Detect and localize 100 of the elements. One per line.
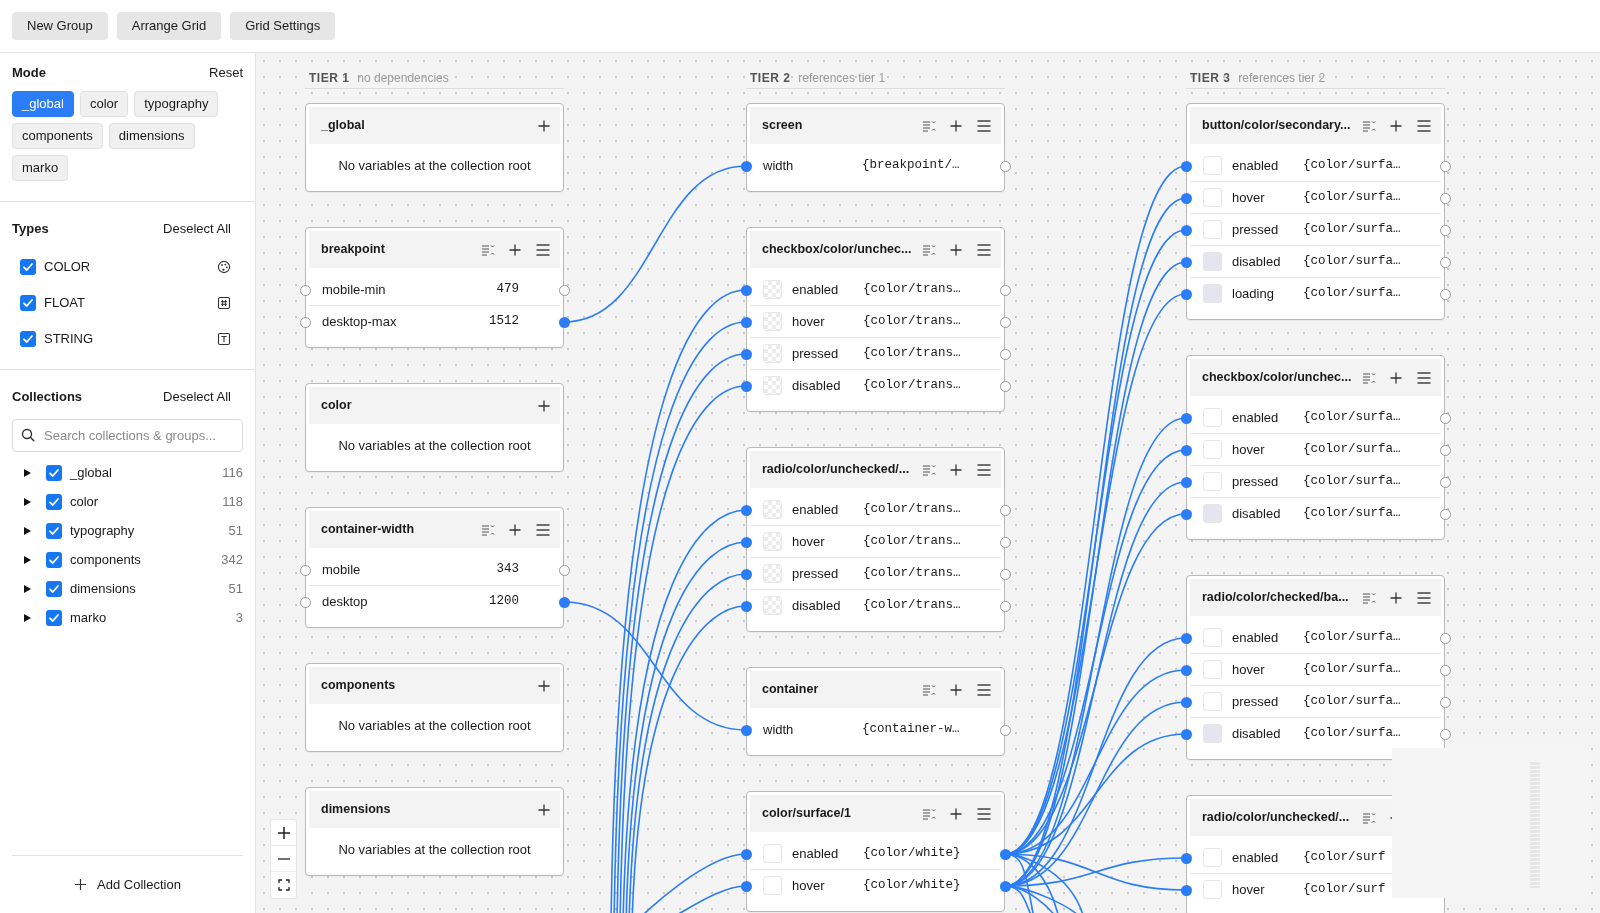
output-port[interactable] — [1439, 224, 1451, 236]
output-port[interactable] — [1439, 632, 1451, 644]
search-field[interactable]: Search collections & groups... — [12, 419, 243, 452]
variable-group-node[interactable]: components No variables at the collection root — [305, 663, 564, 752]
variable-group-node[interactable]: _global No variables at the collection root — [305, 103, 564, 192]
checkbox[interactable] — [46, 464, 62, 481]
menu-icon[interactable] — [976, 117, 992, 134]
menu-icon[interactable] — [1416, 589, 1432, 606]
collection-name[interactable]: typography — [70, 520, 229, 541]
plus-icon[interactable] — [949, 806, 963, 821]
plus-icon[interactable] — [537, 118, 551, 133]
checkbox[interactable] — [46, 609, 62, 626]
expand-caret-icon[interactable] — [22, 525, 32, 536]
mode-chip[interactable]: marko — [12, 155, 69, 181]
plus-icon[interactable] — [1389, 370, 1403, 385]
input-port[interactable] — [1180, 632, 1192, 644]
output-port[interactable] — [558, 316, 570, 328]
add-collection-button[interactable]: Add Collection — [74, 874, 181, 895]
variable-group-node[interactable]: checkbox/color/unchec... enabled {color/surfa… hover {color/surfa… pressed {color/surfa… disabled {color/surfa… — [1186, 355, 1445, 540]
grid-settings-button[interactable]: Grid Settings — [230, 12, 336, 40]
output-port[interactable] — [1439, 412, 1451, 424]
output-port[interactable] — [1439, 664, 1451, 676]
expand-caret-icon[interactable] — [22, 467, 32, 478]
menu-icon[interactable] — [535, 241, 551, 258]
input-port[interactable] — [740, 160, 752, 172]
list-collapse-icon[interactable] — [1362, 370, 1376, 385]
deselect-all-button[interactable]: Deselect All — [163, 219, 231, 239]
reset-button[interactable]: Reset — [209, 63, 243, 83]
output-port[interactable] — [1439, 696, 1451, 708]
menu-icon[interactable] — [976, 461, 992, 478]
collection-name[interactable]: dimensions — [70, 578, 229, 599]
plus-icon[interactable] — [949, 682, 963, 697]
output-port[interactable] — [999, 348, 1011, 360]
checkbox[interactable] — [46, 522, 62, 539]
list-collapse-icon[interactable] — [922, 118, 936, 133]
input-port[interactable] — [740, 568, 752, 580]
input-port[interactable] — [1180, 444, 1192, 456]
output-port[interactable] — [558, 596, 570, 608]
output-port[interactable] — [1439, 160, 1451, 172]
deselect-all-button[interactable]: Deselect All — [163, 387, 231, 407]
input-port[interactable] — [740, 348, 752, 360]
input-port[interactable] — [1180, 852, 1192, 864]
output-port[interactable] — [999, 536, 1011, 548]
output-port[interactable] — [558, 284, 570, 296]
variable-group-node[interactable]: checkbox/color/unchec... enabled {color/trans… hover {color/trans… pressed {color/trans… disabled {color/trans… — [746, 227, 1005, 412]
plus-icon[interactable] — [1389, 590, 1403, 605]
menu-icon[interactable] — [1416, 369, 1432, 386]
input-port[interactable] — [1180, 160, 1192, 172]
input-port[interactable] — [1180, 412, 1192, 424]
plus-icon[interactable] — [508, 522, 522, 537]
mode-chip[interactable]: dimensions — [108, 123, 195, 149]
expand-caret-icon[interactable] — [22, 554, 32, 565]
output-port[interactable] — [1439, 728, 1451, 740]
menu-icon[interactable] — [1416, 117, 1432, 134]
input-port[interactable] — [1180, 884, 1192, 896]
input-port[interactable] — [740, 536, 752, 548]
expand-caret-icon[interactable] — [22, 496, 32, 507]
variable-group-node[interactable]: button/color/secondary... enabled {color/surfa… hover {color/surfa… pressed {color/surfa… disabled {color/surfa… loading {color/surfa… — [1186, 103, 1445, 320]
input-port[interactable] — [740, 880, 752, 892]
output-port[interactable] — [1439, 288, 1451, 300]
mode-chip[interactable]: typography — [134, 91, 219, 117]
checkbox[interactable] — [46, 551, 62, 568]
variable-group-node[interactable]: breakpoint mobile-min 479 desktop-max 1512 — [305, 227, 564, 348]
list-collapse-icon[interactable] — [481, 522, 495, 537]
input-port[interactable] — [740, 316, 752, 328]
output-port[interactable] — [999, 568, 1011, 580]
output-port[interactable] — [999, 600, 1011, 612]
input-port[interactable] — [740, 284, 752, 296]
output-port[interactable] — [999, 724, 1011, 736]
input-port[interactable] — [740, 504, 752, 516]
output-port[interactable] — [999, 848, 1011, 860]
input-port[interactable] — [1180, 192, 1192, 204]
checkbox[interactable] — [20, 259, 36, 275]
new-group-button[interactable]: New Group — [12, 12, 108, 40]
plus-icon[interactable] — [1389, 118, 1403, 133]
input-port[interactable] — [1180, 224, 1192, 236]
input-port[interactable] — [1180, 508, 1192, 520]
input-port[interactable] — [299, 316, 311, 328]
collection-name[interactable]: _global — [70, 462, 223, 483]
list-collapse-icon[interactable] — [922, 462, 936, 477]
output-port[interactable] — [999, 284, 1011, 296]
input-port[interactable] — [299, 284, 311, 296]
output-port[interactable] — [1439, 476, 1451, 488]
input-port[interactable] — [1180, 696, 1192, 708]
variable-group-node[interactable]: radio/color/checked/ba... enabled {color/surfa… hover {color/surfa… pressed {color/surfa… disabled {color/surfa… — [1186, 575, 1445, 760]
list-collapse-icon[interactable] — [922, 806, 936, 821]
list-collapse-icon[interactable] — [1362, 118, 1376, 133]
output-port[interactable] — [999, 316, 1011, 328]
input-port[interactable] — [1180, 476, 1192, 488]
input-port[interactable] — [740, 848, 752, 860]
menu-icon[interactable] — [976, 241, 992, 258]
variable-group-node[interactable]: container-width mobile 343 desktop 1200 — [305, 507, 564, 628]
output-port[interactable] — [999, 160, 1011, 172]
list-collapse-icon[interactable] — [1362, 590, 1376, 605]
input-port[interactable] — [740, 380, 752, 392]
variable-group-node[interactable]: color No variables at the collection root — [305, 383, 564, 472]
output-port[interactable] — [1439, 192, 1451, 204]
menu-icon[interactable] — [976, 805, 992, 822]
variable-group-node[interactable]: radio/color/unchecked/... enabled {color/trans… hover {color/trans… pressed {color/trans… disabled {color/trans… — [746, 447, 1005, 632]
expand-caret-icon[interactable] — [22, 583, 32, 594]
